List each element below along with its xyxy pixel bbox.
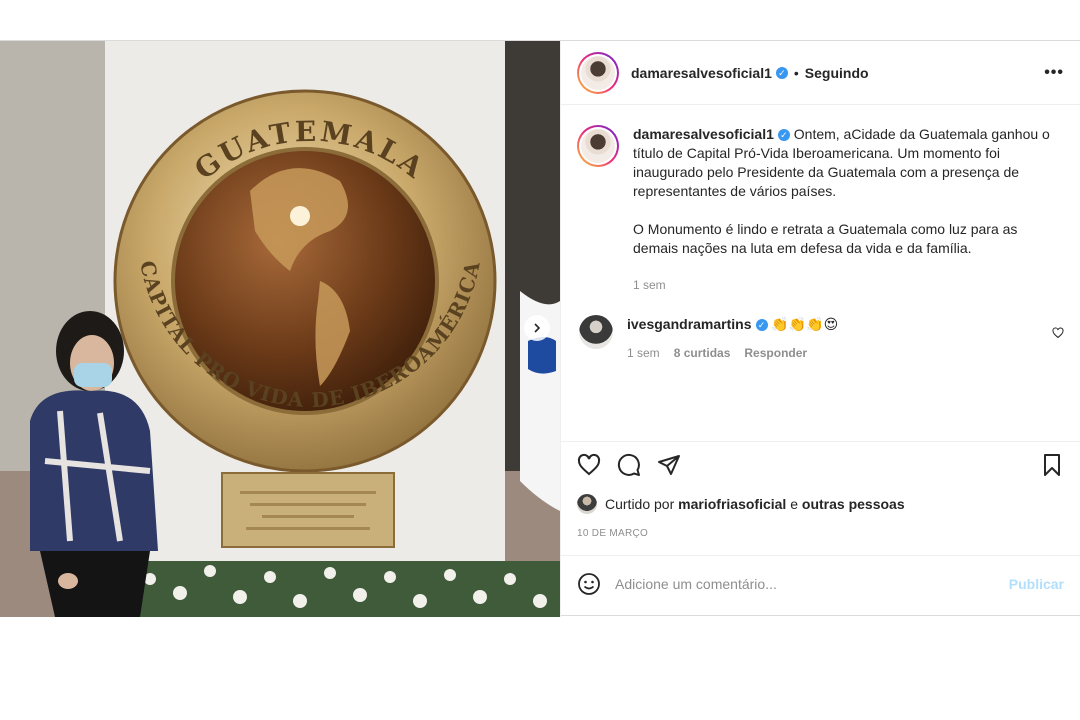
author-avatar[interactable] bbox=[577, 51, 619, 94]
likes-summary: Curtido por mariofriasoficial e outras p… bbox=[561, 487, 1080, 521]
likes-others[interactable]: outras pessoas bbox=[802, 496, 905, 512]
following-button[interactable]: Seguindo bbox=[805, 65, 869, 81]
save-button[interactable] bbox=[1040, 453, 1064, 477]
next-photo-button[interactable] bbox=[524, 315, 550, 341]
post-date[interactable]: 10 DE MARÇO bbox=[561, 521, 1080, 545]
comment-text: 👏👏👏😍 bbox=[771, 316, 839, 332]
caption-row: damaresalvesoficial1 ✓ Ontem, aCidade da … bbox=[577, 125, 1064, 295]
verified-badge-icon: ✓ bbox=[775, 66, 788, 79]
comment-input[interactable] bbox=[615, 575, 1009, 592]
comment-button[interactable] bbox=[617, 453, 641, 477]
emoji-button[interactable] bbox=[577, 572, 601, 596]
comment-body: ivesgandramartins ✓ 👏👏👏😍 1 sem 8 curtidas… bbox=[627, 315, 1047, 363]
liker-username[interactable]: mariofriasoficial bbox=[678, 496, 786, 512]
more-options-icon[interactable]: ••• bbox=[1044, 64, 1064, 82]
heart-icon bbox=[577, 453, 601, 475]
verified-badge-icon: ✓ bbox=[777, 129, 790, 141]
post-photo[interactable]: GUATEMALA CAPITAL PRO VIDA DE IBEROAMÉRI… bbox=[0, 41, 560, 617]
verified-badge-icon: ✓ bbox=[755, 319, 768, 331]
caption-username[interactable]: damaresalvesoficial1 bbox=[633, 126, 774, 142]
likes-connector: e bbox=[790, 496, 798, 512]
comment-heart-icon[interactable] bbox=[1052, 327, 1064, 339]
comment-meta: 1 sem 8 curtidas Responder bbox=[627, 344, 1047, 363]
smiley-icon bbox=[578, 572, 600, 595]
share-button[interactable] bbox=[657, 453, 681, 477]
post-header: damaresalvesoficial1 ✓ • Seguindo ••• bbox=[561, 41, 1080, 105]
paper-plane-icon bbox=[658, 454, 680, 475]
caption-author-avatar[interactable] bbox=[577, 125, 619, 167]
caption-body: damaresalvesoficial1 ✓ Ontem, aCidade da … bbox=[633, 125, 1053, 295]
author-username[interactable]: damaresalvesoficial1 bbox=[631, 65, 772, 81]
reply-button[interactable]: Responder bbox=[744, 344, 807, 363]
commenter-username[interactable]: ivesgandramartins bbox=[627, 316, 752, 332]
chevron-right-icon bbox=[534, 323, 541, 333]
post-side-panel: damaresalvesoficial1 ✓ • Seguindo ••• da… bbox=[560, 41, 1080, 617]
instagram-post: GUATEMALA CAPITAL PRO VIDA DE IBEROAMÉRI… bbox=[0, 40, 1080, 617]
caption-paragraph-2: O Monumento é lindo e retrata a Guatemal… bbox=[633, 221, 1018, 256]
separator-dot: • bbox=[793, 64, 799, 81]
monument-photo: GUATEMALA CAPITAL PRO VIDA DE IBEROAMÉRI… bbox=[0, 41, 560, 617]
caption-meta: 1 sem bbox=[633, 276, 1053, 295]
commenter-avatar[interactable] bbox=[579, 315, 613, 349]
comment-row: ivesgandramartins ✓ 👏👏👏😍 1 sem 8 curtidas… bbox=[577, 315, 1064, 363]
caption-time[interactable]: 1 sem bbox=[633, 276, 666, 295]
comment-time[interactable]: 1 sem bbox=[627, 344, 660, 363]
comment-likes[interactable]: 8 curtidas bbox=[674, 344, 731, 363]
bookmark-icon bbox=[1044, 453, 1060, 476]
comments-area: damaresalvesoficial1 ✓ Ontem, aCidade da … bbox=[561, 105, 1080, 441]
liker-avatar[interactable] bbox=[577, 494, 597, 514]
likes-prefix: Curtido por bbox=[605, 496, 675, 512]
like-button[interactable] bbox=[577, 453, 601, 477]
speech-bubble-icon bbox=[617, 453, 640, 476]
publish-button[interactable]: Publicar bbox=[1009, 576, 1064, 592]
add-comment-bar: Publicar bbox=[561, 555, 1080, 611]
post-actions bbox=[561, 441, 1080, 487]
